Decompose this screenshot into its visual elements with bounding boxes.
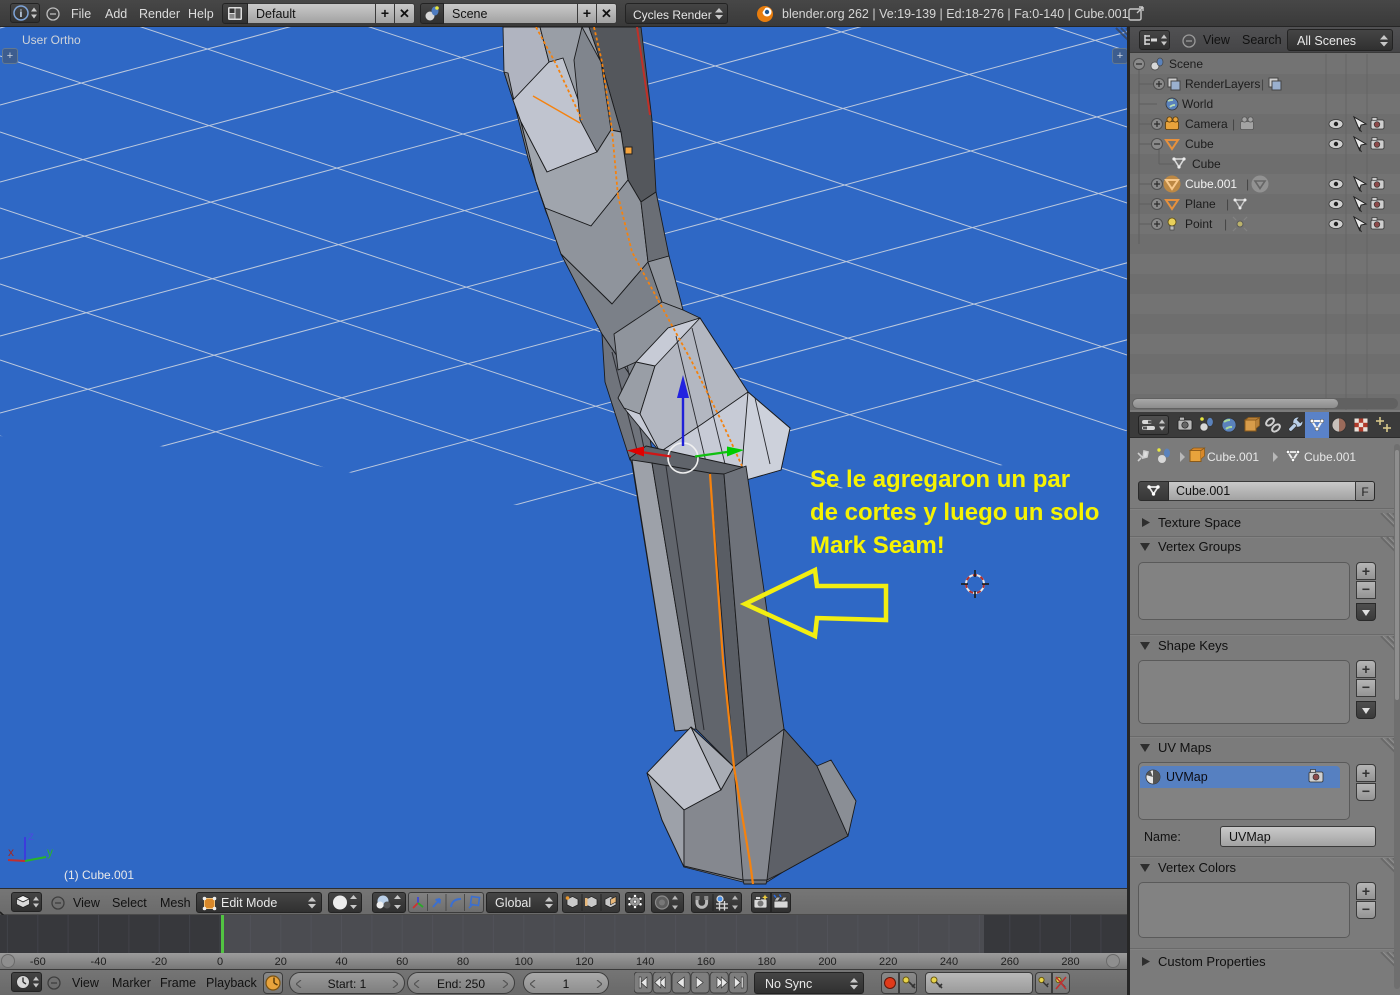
svg-text:Point: Point	[1185, 217, 1213, 231]
svg-text:|: |	[1226, 197, 1229, 211]
svg-text:y: y	[47, 845, 53, 859]
svg-text:60: 60	[396, 956, 408, 968]
svg-text:160: 160	[697, 956, 715, 968]
svg-text:Cube.001: Cube.001	[1304, 450, 1356, 464]
svg-text:-40: -40	[91, 956, 107, 968]
svg-text:|: |	[1246, 177, 1249, 191]
svg-text:Camera: Camera	[1185, 117, 1228, 131]
svg-text:80: 80	[457, 956, 469, 968]
svg-text:Scene: Scene	[1169, 57, 1203, 71]
svg-text:|: |	[1261, 77, 1264, 91]
svg-text:100: 100	[515, 956, 533, 968]
svg-text:140: 140	[636, 956, 654, 968]
svg-text:280: 280	[1061, 956, 1079, 968]
svg-text:x: x	[8, 845, 14, 859]
svg-text:Plane: Plane	[1185, 197, 1216, 211]
svg-text:|: |	[1224, 217, 1227, 231]
svg-text:-60: -60	[30, 956, 46, 968]
svg-text:0: 0	[217, 956, 223, 968]
svg-text:Cube.001: Cube.001	[1207, 450, 1259, 464]
svg-text:180: 180	[758, 956, 776, 968]
svg-text:-20: -20	[151, 956, 167, 968]
svg-text:RenderLayers: RenderLayers	[1185, 77, 1260, 91]
svg-text:i: i	[20, 8, 23, 20]
svg-text:240: 240	[940, 956, 958, 968]
svg-text:200: 200	[818, 956, 836, 968]
svg-text:Cube: Cube	[1185, 137, 1214, 151]
svg-text:260: 260	[1001, 956, 1019, 968]
svg-text:40: 40	[335, 956, 347, 968]
svg-text:|: |	[1232, 117, 1235, 131]
svg-text:Cube: Cube	[1192, 157, 1221, 171]
svg-text:220: 220	[879, 956, 897, 968]
svg-text:120: 120	[575, 956, 593, 968]
svg-text:Cube.001: Cube.001	[1185, 177, 1237, 191]
svg-text:UVMap: UVMap	[1166, 770, 1208, 784]
svg-text:World: World	[1182, 97, 1213, 111]
svg-text:20: 20	[275, 956, 287, 968]
svg-text:z: z	[28, 829, 34, 843]
